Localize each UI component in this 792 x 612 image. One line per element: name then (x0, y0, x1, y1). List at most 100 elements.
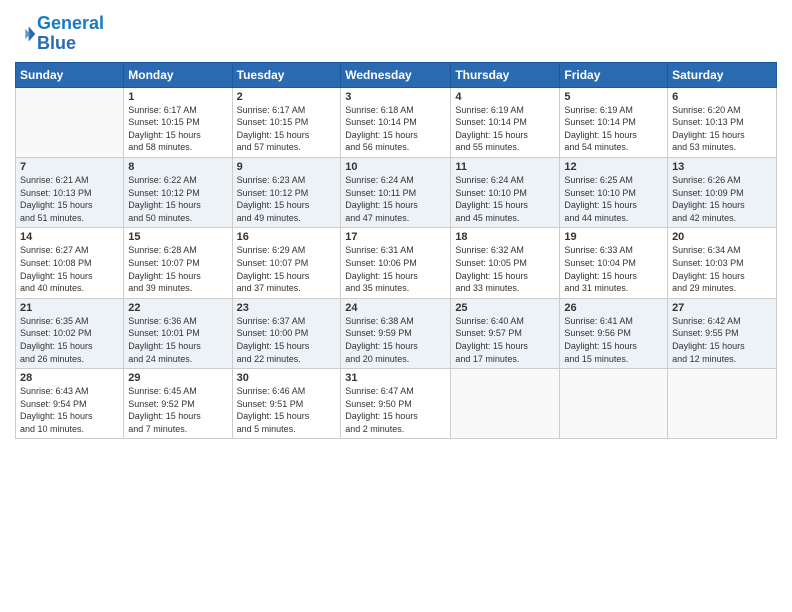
calendar-cell: 25Sunrise: 6:40 AM Sunset: 9:57 PM Dayli… (451, 298, 560, 368)
day-info: Sunrise: 6:36 AM Sunset: 10:01 PM Daylig… (128, 315, 227, 365)
calendar-week-4: 21Sunrise: 6:35 AM Sunset: 10:02 PM Dayl… (16, 298, 777, 368)
day-info: Sunrise: 6:47 AM Sunset: 9:50 PM Dayligh… (345, 385, 446, 435)
day-info: Sunrise: 6:26 AM Sunset: 10:09 PM Daylig… (672, 174, 772, 224)
calendar-week-3: 14Sunrise: 6:27 AM Sunset: 10:08 PM Dayl… (16, 228, 777, 298)
day-info: Sunrise: 6:46 AM Sunset: 9:51 PM Dayligh… (237, 385, 337, 435)
calendar-cell: 12Sunrise: 6:25 AM Sunset: 10:10 PM Dayl… (560, 157, 668, 227)
calendar-cell: 28Sunrise: 6:43 AM Sunset: 9:54 PM Dayli… (16, 369, 124, 439)
day-info: Sunrise: 6:31 AM Sunset: 10:06 PM Daylig… (345, 244, 446, 294)
day-number: 27 (672, 302, 772, 314)
day-number: 9 (237, 161, 337, 173)
calendar-cell: 19Sunrise: 6:33 AM Sunset: 10:04 PM Dayl… (560, 228, 668, 298)
day-number: 21 (20, 302, 119, 314)
day-number: 4 (455, 91, 555, 103)
column-header-monday: Monday (124, 62, 232, 87)
column-header-sunday: Sunday (16, 62, 124, 87)
day-number: 2 (237, 91, 337, 103)
day-info: Sunrise: 6:40 AM Sunset: 9:57 PM Dayligh… (455, 315, 555, 365)
calendar-cell: 4Sunrise: 6:19 AM Sunset: 10:14 PM Dayli… (451, 87, 560, 157)
header: General Blue (15, 10, 777, 54)
day-info: Sunrise: 6:33 AM Sunset: 10:04 PM Daylig… (564, 244, 663, 294)
calendar-cell (668, 369, 777, 439)
calendar-cell: 9Sunrise: 6:23 AM Sunset: 10:12 PM Dayli… (232, 157, 341, 227)
calendar-cell: 6Sunrise: 6:20 AM Sunset: 10:13 PM Dayli… (668, 87, 777, 157)
day-number: 11 (455, 161, 555, 173)
calendar: SundayMondayTuesdayWednesdayThursdayFrid… (15, 62, 777, 440)
calendar-cell: 3Sunrise: 6:18 AM Sunset: 10:14 PM Dayli… (341, 87, 451, 157)
day-number: 22 (128, 302, 227, 314)
day-info: Sunrise: 6:41 AM Sunset: 9:56 PM Dayligh… (564, 315, 663, 365)
column-header-saturday: Saturday (668, 62, 777, 87)
calendar-cell: 30Sunrise: 6:46 AM Sunset: 9:51 PM Dayli… (232, 369, 341, 439)
day-number: 1 (128, 91, 227, 103)
day-info: Sunrise: 6:24 AM Sunset: 10:11 PM Daylig… (345, 174, 446, 224)
calendar-cell: 29Sunrise: 6:45 AM Sunset: 9:52 PM Dayli… (124, 369, 232, 439)
calendar-cell: 5Sunrise: 6:19 AM Sunset: 10:14 PM Dayli… (560, 87, 668, 157)
day-number: 26 (564, 302, 663, 314)
day-number: 6 (672, 91, 772, 103)
day-number: 30 (237, 372, 337, 384)
calendar-cell: 2Sunrise: 6:17 AM Sunset: 10:15 PM Dayli… (232, 87, 341, 157)
column-header-friday: Friday (560, 62, 668, 87)
day-info: Sunrise: 6:17 AM Sunset: 10:15 PM Daylig… (128, 104, 227, 154)
calendar-cell: 16Sunrise: 6:29 AM Sunset: 10:07 PM Dayl… (232, 228, 341, 298)
day-number: 20 (672, 231, 772, 243)
calendar-header-row: SundayMondayTuesdayWednesdayThursdayFrid… (16, 62, 777, 87)
logo-text: General Blue (37, 14, 104, 54)
day-info: Sunrise: 6:23 AM Sunset: 10:12 PM Daylig… (237, 174, 337, 224)
calendar-cell: 7Sunrise: 6:21 AM Sunset: 10:13 PM Dayli… (16, 157, 124, 227)
day-info: Sunrise: 6:22 AM Sunset: 10:12 PM Daylig… (128, 174, 227, 224)
day-info: Sunrise: 6:19 AM Sunset: 10:14 PM Daylig… (564, 104, 663, 154)
day-number: 7 (20, 161, 119, 173)
day-info: Sunrise: 6:27 AM Sunset: 10:08 PM Daylig… (20, 244, 119, 294)
calendar-week-2: 7Sunrise: 6:21 AM Sunset: 10:13 PM Dayli… (16, 157, 777, 227)
calendar-cell: 22Sunrise: 6:36 AM Sunset: 10:01 PM Dayl… (124, 298, 232, 368)
day-info: Sunrise: 6:35 AM Sunset: 10:02 PM Daylig… (20, 315, 119, 365)
day-info: Sunrise: 6:42 AM Sunset: 9:55 PM Dayligh… (672, 315, 772, 365)
day-number: 13 (672, 161, 772, 173)
calendar-cell (16, 87, 124, 157)
logo-general: General (37, 13, 104, 33)
calendar-cell (451, 369, 560, 439)
day-number: 18 (455, 231, 555, 243)
day-number: 29 (128, 372, 227, 384)
day-info: Sunrise: 6:38 AM Sunset: 9:59 PM Dayligh… (345, 315, 446, 365)
calendar-week-1: 1Sunrise: 6:17 AM Sunset: 10:15 PM Dayli… (16, 87, 777, 157)
logo-icon (17, 24, 37, 44)
calendar-cell: 21Sunrise: 6:35 AM Sunset: 10:02 PM Dayl… (16, 298, 124, 368)
day-info: Sunrise: 6:25 AM Sunset: 10:10 PM Daylig… (564, 174, 663, 224)
day-info: Sunrise: 6:43 AM Sunset: 9:54 PM Dayligh… (20, 385, 119, 435)
day-info: Sunrise: 6:45 AM Sunset: 9:52 PM Dayligh… (128, 385, 227, 435)
day-info: Sunrise: 6:28 AM Sunset: 10:07 PM Daylig… (128, 244, 227, 294)
day-info: Sunrise: 6:19 AM Sunset: 10:14 PM Daylig… (455, 104, 555, 154)
calendar-cell: 1Sunrise: 6:17 AM Sunset: 10:15 PM Dayli… (124, 87, 232, 157)
calendar-cell: 23Sunrise: 6:37 AM Sunset: 10:00 PM Dayl… (232, 298, 341, 368)
calendar-cell: 13Sunrise: 6:26 AM Sunset: 10:09 PM Dayl… (668, 157, 777, 227)
day-info: Sunrise: 6:21 AM Sunset: 10:13 PM Daylig… (20, 174, 119, 224)
day-number: 19 (564, 231, 663, 243)
calendar-cell: 11Sunrise: 6:24 AM Sunset: 10:10 PM Dayl… (451, 157, 560, 227)
day-info: Sunrise: 6:18 AM Sunset: 10:14 PM Daylig… (345, 104, 446, 154)
day-number: 5 (564, 91, 663, 103)
day-number: 15 (128, 231, 227, 243)
day-number: 16 (237, 231, 337, 243)
day-number: 8 (128, 161, 227, 173)
day-number: 3 (345, 91, 446, 103)
day-number: 24 (345, 302, 446, 314)
day-info: Sunrise: 6:34 AM Sunset: 10:03 PM Daylig… (672, 244, 772, 294)
calendar-cell: 17Sunrise: 6:31 AM Sunset: 10:06 PM Dayl… (341, 228, 451, 298)
logo: General Blue (15, 14, 104, 54)
day-info: Sunrise: 6:17 AM Sunset: 10:15 PM Daylig… (237, 104, 337, 154)
calendar-cell: 8Sunrise: 6:22 AM Sunset: 10:12 PM Dayli… (124, 157, 232, 227)
day-number: 17 (345, 231, 446, 243)
page: General Blue SundayMondayTuesdayWednesda… (0, 0, 792, 612)
calendar-cell: 18Sunrise: 6:32 AM Sunset: 10:05 PM Dayl… (451, 228, 560, 298)
calendar-cell (560, 369, 668, 439)
calendar-cell: 15Sunrise: 6:28 AM Sunset: 10:07 PM Dayl… (124, 228, 232, 298)
day-info: Sunrise: 6:37 AM Sunset: 10:00 PM Daylig… (237, 315, 337, 365)
day-info: Sunrise: 6:29 AM Sunset: 10:07 PM Daylig… (237, 244, 337, 294)
day-number: 12 (564, 161, 663, 173)
calendar-cell: 26Sunrise: 6:41 AM Sunset: 9:56 PM Dayli… (560, 298, 668, 368)
day-info: Sunrise: 6:24 AM Sunset: 10:10 PM Daylig… (455, 174, 555, 224)
day-number: 23 (237, 302, 337, 314)
